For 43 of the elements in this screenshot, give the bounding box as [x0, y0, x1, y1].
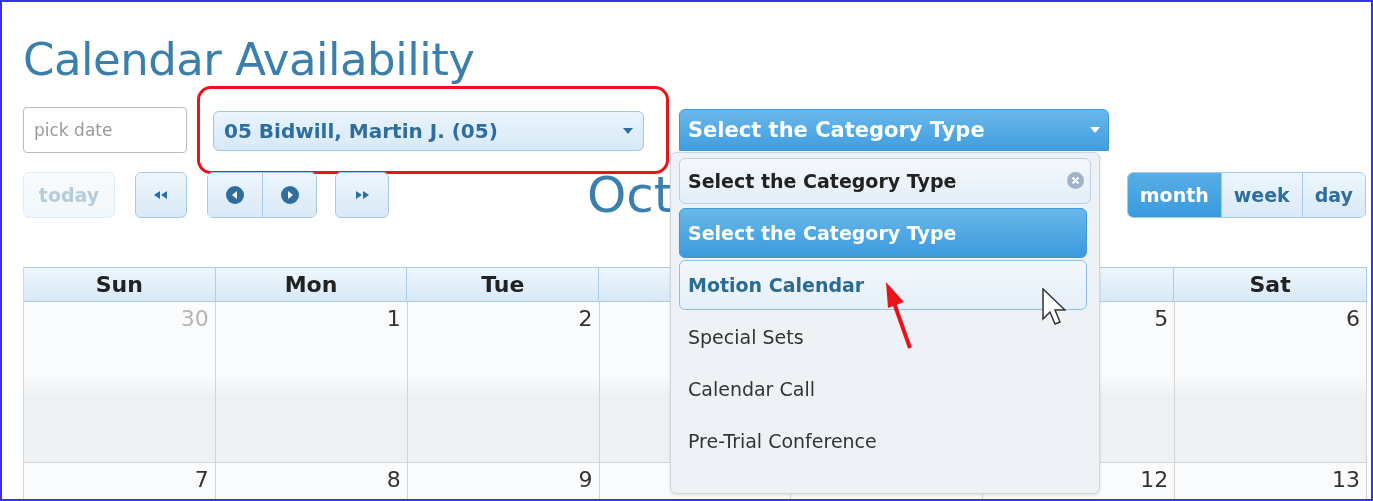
clear-icon[interactable] [1067, 172, 1084, 189]
day-cell[interactable]: 1 [215, 302, 408, 463]
page-title: Calendar Availability [23, 32, 476, 88]
day-number: 13 [1332, 467, 1360, 493]
dropdown-option[interactable]: Motion Calendar [679, 260, 1087, 310]
dropdown-option[interactable]: Calendar Call [679, 364, 1087, 414]
previous-icon [226, 186, 244, 204]
weekday-header: Sat [1249, 272, 1291, 297]
weekday-header: Mon [284, 272, 338, 297]
view-tab[interactable]: week [1220, 173, 1302, 217]
weekday-header: Sun [95, 272, 143, 297]
day-number: 30 [180, 306, 209, 332]
day-number: 6 [1346, 306, 1360, 332]
day-number: 5 [1154, 306, 1169, 332]
caret-icon [1090, 127, 1100, 133]
day-number: 1 [386, 306, 401, 332]
view-tab[interactable]: day [1301, 173, 1365, 217]
day-cell[interactable]: 2 [407, 302, 600, 463]
day-number: 2 [578, 306, 593, 332]
dropdown-option[interactable]: Pre-Trial Conference [679, 416, 1087, 466]
caret-icon [623, 128, 633, 134]
month-title: Oct [587, 172, 674, 218]
day-number: 12 [1140, 467, 1169, 493]
double-left-icon [154, 191, 168, 199]
weekday-header: Tue [481, 272, 525, 297]
double-right-icon [355, 191, 369, 199]
search-field[interactable]: Select the Category Type [679, 158, 1091, 204]
next-button[interactable] [262, 173, 316, 217]
cursor-icon [1042, 288, 1066, 326]
date-field[interactable]: pick date [23, 107, 187, 153]
day-cell[interactable]: 13 [1175, 463, 1367, 499]
next-icon [280, 186, 299, 204]
previous-button[interactable] [208, 173, 262, 217]
day-cell[interactable]: 8 [215, 463, 408, 499]
day-cell[interactable]: 9 [407, 463, 600, 499]
day-number: 9 [578, 467, 593, 493]
next-year-button[interactable] [335, 172, 389, 218]
day-number: 7 [194, 467, 209, 493]
day-number: 8 [386, 467, 401, 493]
day-cell[interactable]: 7 [24, 463, 216, 499]
day-cell[interactable]: 6 [1175, 302, 1367, 463]
dropdown-option[interactable]: Special Sets [679, 312, 1087, 362]
judge-select[interactable]: 05 Bidwill, Martin J. (05) [213, 111, 644, 151]
